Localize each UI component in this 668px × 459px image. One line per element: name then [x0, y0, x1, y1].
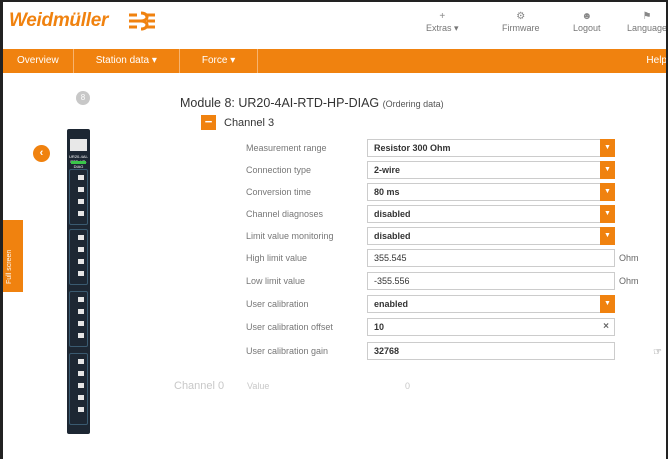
chevron-down-icon: ▼ — [600, 295, 615, 313]
field-low-limit-value: Low limit value -355.556 Ohm — [3, 271, 666, 291]
field-label: Conversion time — [246, 187, 312, 197]
gear-icon: ⚙ — [516, 11, 526, 22]
firmware-label: Firmware — [502, 23, 540, 33]
low-limit-input[interactable]: -355.556 — [367, 272, 615, 290]
nav-station-data-label: Station data — [95, 55, 150, 66]
high-limit-input[interactable]: 355.545 — [367, 249, 615, 267]
nav-force-label: Force — [201, 55, 228, 66]
unit-label: Ohm — [619, 276, 639, 286]
select-value: disabled — [374, 209, 411, 219]
terminal-block — [69, 353, 88, 425]
field-limit-value-monitoring: Limit value monitoring disabled ▼ — [3, 226, 666, 246]
channel-label: Channel 3 — [224, 116, 275, 129]
channel0-value-label: Value — [247, 381, 270, 391]
language-label: Language — [627, 23, 668, 33]
unit-label: Ohm — [619, 253, 639, 263]
channel0-value: 0 — [405, 381, 411, 391]
app-window: Weidmüller + Extras ▾ ⚙ Firmware ☻ Logou… — [0, 0, 668, 459]
measurement-range-select[interactable]: Resistor 300 Ohm ▼ — [367, 139, 615, 157]
brand-logo: Weidmüller — [9, 10, 109, 31]
chevron-down-icon: ▼ — [600, 227, 615, 245]
main-nav: Overview Station data ▾ Force ▾ Help — [3, 49, 666, 73]
limit-value-monitoring-select[interactable]: disabled ▼ — [367, 227, 615, 245]
field-label: Limit value monitoring — [246, 231, 334, 241]
connection-type-select[interactable]: 2-wire ▼ — [367, 161, 615, 179]
plus-icon: + — [439, 11, 446, 22]
chevron-down-icon: ▼ — [600, 139, 615, 157]
nav-overview[interactable]: Overview — [3, 49, 74, 73]
calibration-gain-input[interactable]: 32768 — [367, 342, 615, 360]
field-label: High limit value — [246, 253, 308, 263]
field-label: User calibration gain — [246, 346, 329, 356]
logout-button[interactable]: ☻ Logout — [573, 10, 601, 33]
input-value: 355.545 — [374, 253, 407, 263]
terminal-pin — [78, 383, 84, 388]
user-calibration-select[interactable]: enabled ▼ — [367, 295, 615, 313]
module-number-badge: 8 — [76, 91, 90, 105]
brand-mark-icon — [129, 11, 155, 31]
input-value: 32768 — [374, 346, 400, 356]
nav-help[interactable]: Help — [646, 49, 666, 73]
field-channel-diagnoses: Channel diagnoses disabled ▼ — [3, 204, 666, 224]
channel0-label: Channel 0 — [174, 380, 225, 392]
field-label: Connection type — [246, 165, 312, 175]
select-value: Resistor 300 Ohm — [374, 143, 451, 153]
collapse-icon[interactable]: − — [201, 115, 216, 130]
firmware-menu[interactable]: ⚙ Firmware — [502, 10, 540, 33]
field-user-calibration-gain: User calibration gain 32768 — [3, 341, 666, 361]
field-label: User calibration — [246, 299, 309, 309]
chevron-down-icon: ▼ — [600, 161, 615, 179]
chevron-down-icon: ▾ — [151, 55, 157, 66]
channel-header[interactable]: − Channel 3 — [201, 115, 274, 130]
chevron-down-icon: ▼ — [600, 183, 615, 201]
channel-diagnoses-select[interactable]: disabled ▼ — [367, 205, 615, 223]
select-value: enabled — [374, 299, 409, 309]
field-high-limit-value: High limit value 355.545 Ohm — [3, 248, 666, 268]
nav-station-data[interactable]: Station data ▾ — [74, 49, 180, 73]
page-title: Module 8: UR20-4AI-RTD-HP-DIAG (Ordering… — [180, 96, 444, 110]
language-menu[interactable]: ⚑ Language — [627, 10, 668, 33]
chevron-down-icon: ▼ — [600, 205, 615, 223]
field-label: User calibration offset — [246, 322, 333, 332]
terminal-pin — [78, 407, 84, 412]
logout-label: Logout — [573, 23, 601, 33]
hand-cursor-icon: ☞ — [653, 347, 662, 358]
field-conversion-time: Conversion time 80 ms ▼ — [3, 182, 666, 202]
field-measurement-range: Measurement range Resistor 300 Ohm ▼ — [3, 138, 666, 158]
module-title: Module 8: UR20-4AI-RTD-HP-DIAG — [180, 96, 380, 110]
user-icon: ☻ — [581, 11, 593, 22]
field-connection-type: Connection type 2-wire ▼ — [3, 160, 666, 180]
calibration-offset-input[interactable]: 10 × — [367, 318, 615, 336]
nav-force[interactable]: Force ▾ — [180, 49, 259, 73]
select-value: 80 ms — [374, 187, 400, 197]
terminal-pin — [78, 371, 84, 376]
select-value: disabled — [374, 231, 411, 241]
terminal-pin — [78, 395, 84, 400]
input-value: 10 — [374, 322, 385, 332]
field-user-calibration-offset: User calibration offset 10 × — [3, 317, 666, 337]
clear-icon[interactable]: × — [603, 319, 609, 335]
extras-label: Extras — [426, 23, 452, 33]
field-label: Measurement range — [246, 143, 327, 153]
field-user-calibration: User calibration enabled ▼ — [3, 294, 666, 314]
conversion-time-select[interactable]: 80 ms ▼ — [367, 183, 615, 201]
ordering-data-link[interactable]: (Ordering data) — [383, 99, 444, 109]
field-label: Low limit value — [246, 276, 306, 286]
chevron-down-icon: ▾ — [230, 55, 236, 66]
select-value: 2-wire — [374, 165, 401, 175]
top-bar: Weidmüller + Extras ▾ ⚙ Firmware ☻ Logou… — [3, 2, 668, 46]
input-value: -355.556 — [374, 276, 410, 286]
flag-icon: ⚑ — [642, 11, 652, 22]
extras-menu[interactable]: + Extras ▾ — [426, 10, 459, 34]
field-label: Channel diagnoses — [246, 209, 324, 219]
chevron-down-icon: ▾ — [454, 23, 459, 33]
